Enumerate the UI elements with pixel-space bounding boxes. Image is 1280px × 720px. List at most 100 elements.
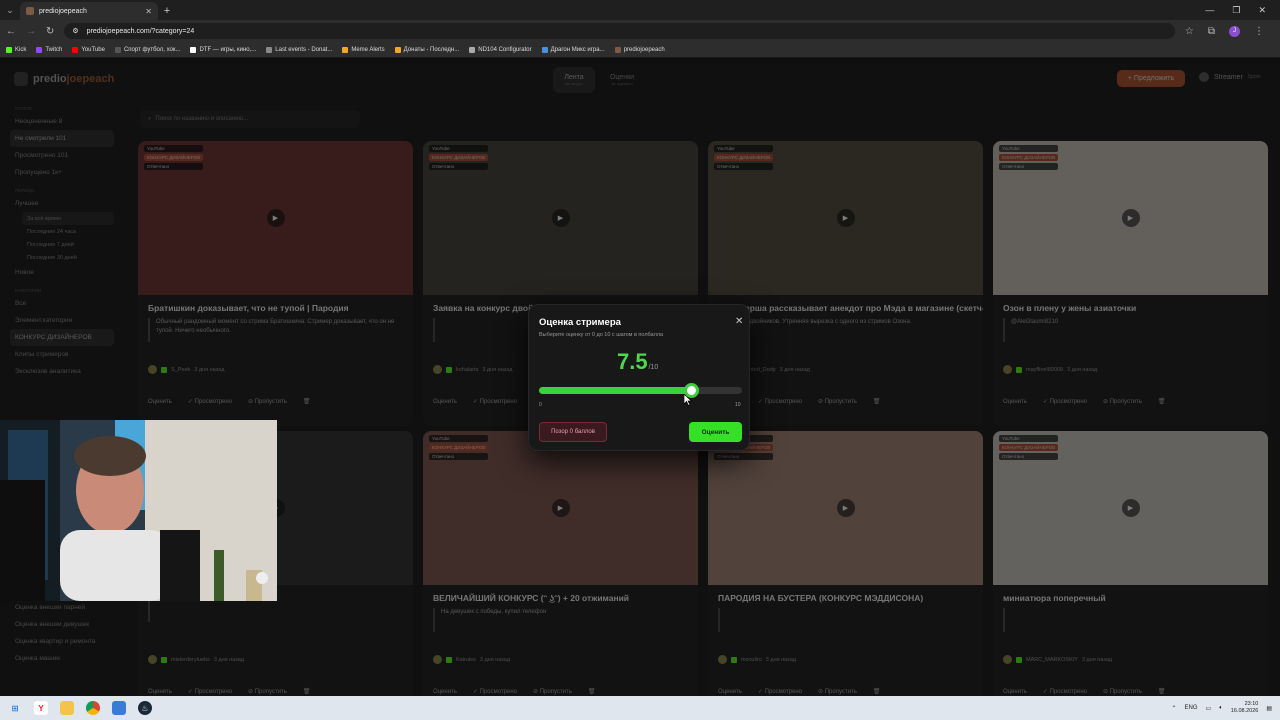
- card-title[interactable]: Братишкин доказывает, что не тупой | Пар…: [138, 295, 413, 315]
- play-icon[interactable]: ▶: [1121, 499, 1140, 517]
- maximize-icon[interactable]: ❐: [1232, 5, 1240, 16]
- card-skip-button[interactable]: ⊘ Пропустить: [1103, 398, 1142, 405]
- app-icon[interactable]: [112, 701, 126, 715]
- yandex-browser-icon[interactable]: Y: [34, 701, 48, 715]
- sidebar-item-category-2[interactable]: КОНКУРС ДИЗАЙНЕРОВ: [10, 329, 114, 346]
- bookmark-item[interactable]: Драгон Микс игра...: [541, 46, 605, 53]
- card-skip-button[interactable]: ⊘ Пропустить: [818, 398, 857, 405]
- card-rate-button[interactable]: Оценить: [433, 689, 457, 695]
- card-watched-button[interactable]: ✓ Просмотрено: [758, 688, 802, 695]
- network-icon[interactable]: ▭: [1206, 705, 1212, 712]
- bookmark-item[interactable]: ND104 Configurator: [469, 46, 532, 53]
- video-thumbnail[interactable]: YouTubeКОНКУРС ДИЗАЙНЕРОВОтвечтано▶: [708, 141, 983, 295]
- bookmark-item[interactable]: DTF — игры, кино,...: [190, 46, 256, 53]
- steam-icon[interactable]: ♨: [138, 701, 152, 715]
- sidebar-item-status-3[interactable]: Пропущено 1к+: [0, 164, 130, 181]
- card-watched-button[interactable]: ✓ Просмотрено: [758, 398, 802, 405]
- browser-menu-icon[interactable]: ⋮: [1254, 26, 1264, 37]
- bookmark-item[interactable]: Спорт футбол, хок...: [114, 46, 180, 53]
- forward-icon[interactable]: →: [26, 26, 36, 37]
- card-skip-button[interactable]: ⊘ Пропустить: [1103, 688, 1142, 695]
- delete-icon[interactable]: 🗑︎: [588, 688, 596, 695]
- card-author[interactable]: Kairules: [456, 657, 476, 663]
- bookmark-item[interactable]: Meme Alerts: [342, 46, 385, 53]
- card-watched-button[interactable]: ✓ Просмотрено: [473, 398, 517, 405]
- bookmark-star-icon[interactable]: ☆: [1185, 26, 1194, 37]
- card-watched-button[interactable]: ✓ Просмотрено: [188, 398, 232, 405]
- sidebar-item-new[interactable]: Новое: [0, 264, 130, 281]
- notifications-icon[interactable]: ▤: [1266, 705, 1272, 712]
- extensions-icon[interactable]: ⧉: [1208, 26, 1215, 37]
- sidebar-item-rating-0[interactable]: Оценка внешки парней: [0, 599, 130, 616]
- tab-feed[interactable]: Лента все видео: [553, 67, 595, 93]
- card-rate-button[interactable]: Оценить: [148, 689, 172, 695]
- card-skip-button[interactable]: ⊘ Пропустить: [533, 688, 572, 695]
- sidebar-item-status-2[interactable]: Просмотрено 101: [0, 147, 130, 164]
- sidebar-item-status-1[interactable]: Не смотрели 101: [10, 130, 114, 147]
- card-title[interactable]: ПАРОДИЯ НА БУСТЕРА (КОНКУРС МЭДДИСОНА): [708, 585, 983, 605]
- delete-icon[interactable]: 🗑︎: [303, 688, 311, 695]
- bookmark-item[interactable]: Kick: [6, 46, 26, 53]
- card-watched-button[interactable]: ✓ Просмотрено: [1043, 398, 1087, 405]
- card-title[interactable]: ВЕЛИЧАЙШИЙ КОНКУРС (ᵔ ͜ʖᵔ) + 20 отжимани…: [423, 585, 698, 605]
- back-icon[interactable]: ←: [6, 26, 16, 37]
- card-rate-button[interactable]: Оценить: [1003, 399, 1027, 405]
- delete-icon[interactable]: 🗑︎: [873, 398, 881, 405]
- clock[interactable]: 23:10 16.08.2026: [1231, 701, 1259, 715]
- card-rate-button[interactable]: Оценить: [148, 399, 172, 405]
- card-author[interactable]: S_Peek: [171, 367, 190, 373]
- windows-start-icon[interactable]: ⊞: [8, 701, 22, 715]
- chrome-icon[interactable]: [86, 701, 100, 715]
- card-skip-button[interactable]: ⊘ Пропустить: [248, 688, 287, 695]
- close-icon[interactable]: ✕: [735, 316, 743, 327]
- video-thumbnail[interactable]: YouTubeКОНКУРС ДИЗАЙНЕРОВОтвечтано▶: [708, 431, 983, 585]
- suggest-button[interactable]: + Предложить: [1117, 70, 1185, 87]
- video-card[interactable]: YouTubeКОНКУРС ДИЗАЙНЕРОВОтвечтано▶ПАРОД…: [708, 431, 983, 696]
- profile-avatar[interactable]: J: [1229, 25, 1240, 37]
- video-card[interactable]: YouTube КОНКУРС ДИЗАЙНЕРОВ Отвечтано ▶ миниа…: [993, 431, 1268, 696]
- card-title[interactable]: Озон в плену у жены азиаточки: [993, 295, 1268, 315]
- video-thumbnail[interactable]: YouTubeКОНКУРС ДИЗАЙНЕРОВОтвечтано▶: [423, 141, 698, 295]
- user-menu[interactable]: Streamer Spotx: [1199, 72, 1261, 82]
- sidebar-item-status-0[interactable]: Неоцененные 8: [0, 113, 130, 130]
- bookmark-item[interactable]: YouTube: [72, 46, 105, 53]
- language-indicator[interactable]: ENG: [1185, 705, 1198, 711]
- play-icon[interactable]: ▶: [551, 499, 570, 517]
- sidebar-item-category-4[interactable]: Эксклюзив аналитика: [0, 363, 130, 380]
- card-rate-button[interactable]: Оценить: [1003, 689, 1027, 695]
- card-skip-button[interactable]: ⊘ Пропустить: [818, 688, 857, 695]
- url-input[interactable]: ⚙ prediojoepeach.com/?category=24: [64, 23, 1175, 39]
- video-thumbnail[interactable]: YouTubeКОНКУРС ДИЗАЙНЕРОВОтвечтано▶: [138, 141, 413, 295]
- delete-icon[interactable]: 🗑︎: [303, 398, 311, 405]
- bookmark-item[interactable]: Twitch: [36, 46, 62, 53]
- card-rate-button[interactable]: Оценить: [718, 689, 742, 695]
- delete-icon[interactable]: 🗑︎: [873, 688, 881, 695]
- volume-icon[interactable]: 🔈︎: [1219, 705, 1223, 712]
- card-author[interactable]: kohalarts: [456, 367, 478, 373]
- search-input[interactable]: ⌕ Поиск по названию и описанию...: [140, 110, 360, 128]
- card-skip-button[interactable]: ⊘ Пропустить: [248, 398, 287, 405]
- sidebar-item-category-3[interactable]: Клипы стримеров: [0, 346, 130, 363]
- minimize-icon[interactable]: —: [1205, 5, 1214, 15]
- play-icon[interactable]: ▶: [551, 209, 570, 227]
- sidebar-item-category-0[interactable]: Все: [0, 295, 130, 312]
- play-icon[interactable]: ▶: [836, 209, 855, 227]
- play-icon[interactable]: ▶: [1121, 209, 1140, 227]
- new-tab-button[interactable]: +: [158, 2, 176, 20]
- card-author[interactable]: misterderyluebs: [171, 657, 210, 663]
- file-explorer-icon[interactable]: [60, 701, 74, 715]
- sidebar-item-period-3[interactable]: Последние 30 дней: [0, 251, 130, 264]
- site-info-icon[interactable]: ⚙: [72, 27, 78, 35]
- video-thumbnail[interactable]: YouTubeКОНКУРС ДИЗАЙНЕРОВОтвечтано▶: [993, 141, 1268, 295]
- play-icon[interactable]: ▶: [836, 499, 855, 517]
- score-slider[interactable]: [539, 383, 742, 398]
- close-tab-icon[interactable]: ✕: [145, 7, 152, 16]
- sidebar-item-period-2[interactable]: Последние 7 дней: [0, 238, 130, 251]
- video-card[interactable]: YouTube КОНКУРС ДИЗАЙНЕРОВ Отвечтано ▶ Брати…: [138, 141, 413, 426]
- sidebar-item-rating-2[interactable]: Оценка квартир и ремонта: [0, 633, 130, 650]
- video-card[interactable]: YouTube КОНКУРС ДИЗАЙНЕРОВ Отвечтано ▶ Озон …: [993, 141, 1268, 426]
- bookmark-item[interactable]: Last events - Donat...: [266, 46, 332, 53]
- card-author[interactable]: mzouliro: [741, 657, 762, 663]
- close-window-icon[interactable]: ✕: [1258, 5, 1266, 16]
- sidebar-item-period-1[interactable]: Последние 24 часа: [0, 225, 130, 238]
